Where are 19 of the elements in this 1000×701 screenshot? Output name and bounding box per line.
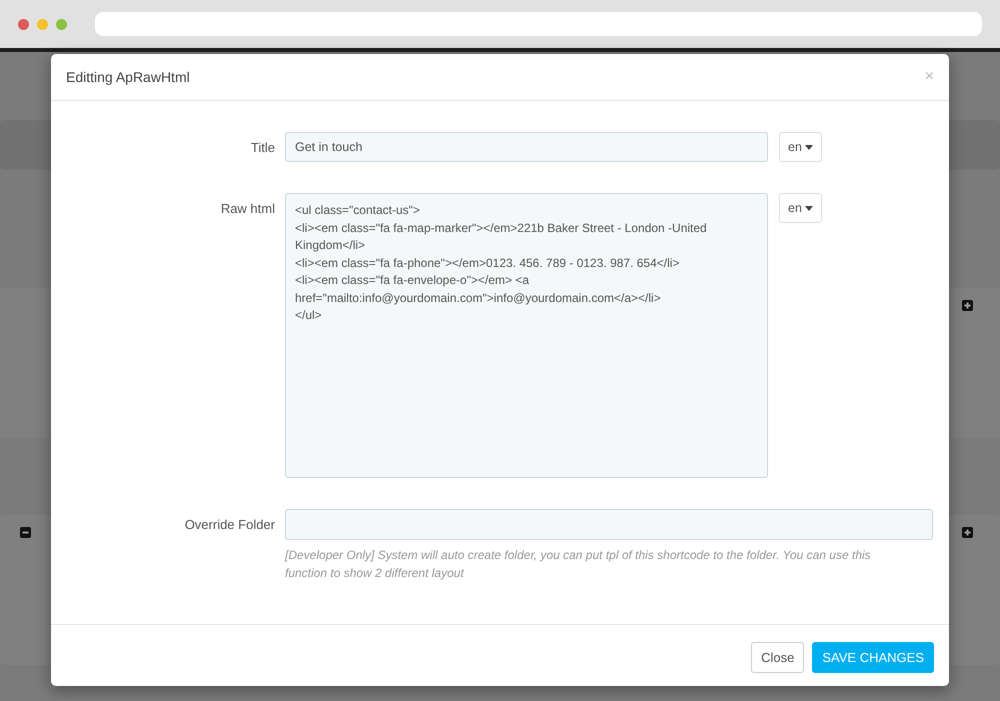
language-dropdown[interactable]: en — [779, 132, 822, 162]
caret-icon — [804, 144, 813, 150]
plus-icon[interactable] — [962, 300, 973, 311]
close-button[interactable]: Close — [751, 642, 804, 672]
field-label: Override Folder — [184, 516, 275, 534]
help-text: [Developer Only] System will auto create folder, you can put tpl of this shortcode to the folder. You can use this function to show 2 different layout — [285, 547, 872, 582]
modal-title: Editting ApRawHtml — [66, 69, 190, 85]
minimize-window-dot[interactable] — [37, 18, 48, 30]
folder-field[interactable] — [285, 509, 933, 540]
field-label: Raw html — [220, 200, 275, 218]
html-textarea[interactable]: <ul class="contact-us"> <li><em class="fa fa-map-marker"></em>221b Baker Street - London -United Kingdom</li> <li><em class="fa fa-phone"></em>0123. 456. 789 - 0123. 987. 654</li> <li><em class="fa fa-envelope-o"></em> <a href="mailto:info@yourdomain.com">info@yourdomain.com</a></li> </ul> — [285, 193, 768, 478]
language-dropdown[interactable]: en — [779, 193, 822, 223]
close-window-dot[interactable] — [18, 18, 29, 30]
plus-icon[interactable] — [962, 527, 973, 538]
field-label: Title — [250, 139, 275, 157]
minus-icon[interactable] — [20, 527, 31, 538]
caret-icon — [804, 206, 813, 210]
title-field[interactable]: Get in touch — [285, 132, 768, 162]
maximize-window-dot[interactable] — [56, 18, 67, 30]
